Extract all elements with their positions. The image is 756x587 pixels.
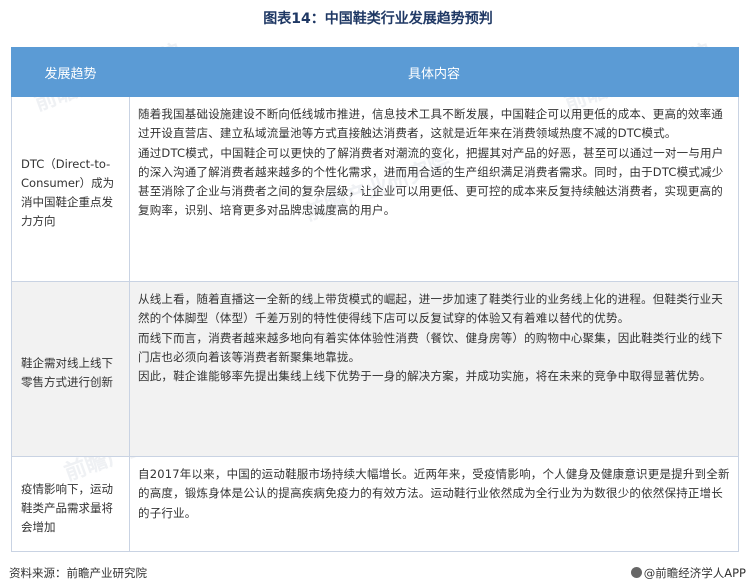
content-paragraph: 从线上看，随着直播这一全新的线上带货模式的崛起，进一步加速了鞋类行业的业务线上化… <box>138 292 723 326</box>
content-cell: 自2017年以来，中国的运动鞋服市场持续大幅增长。近两年来，受疫情影响，个人健身… <box>129 456 739 552</box>
content-cell: 从线上看，随着直播这一全新的线上带货模式的崛起，进一步加速了鞋类行业的业务线上化… <box>129 281 739 457</box>
brand-credit-text: @前瞻经济学人APP <box>643 566 746 580</box>
content-paragraph: 自2017年以来，中国的运动鞋服市场持续大幅增长。近两年来，受疫情影响，个人健身… <box>138 467 730 520</box>
trend-cell: 鞋企需对线上线下零售方式进行创新 <box>11 281 130 457</box>
trend-cell: DTC（Direct-to-Consumer）成为消中国鞋企重点发力方向 <box>11 96 130 282</box>
table-row: DTC（Direct-to-Consumer）成为消中国鞋企重点发力方向 随着我… <box>11 96 739 282</box>
source-note: 资料来源：前瞻产业研究院 <box>9 566 147 580</box>
content-paragraph: 通过DTC模式，中国鞋企可以更快的了解消费者对潮流的变化，把握其对产品的好恶，甚… <box>138 145 724 218</box>
trend-table: 发展趋势 具体内容 DTC（Direct-to-Consumer）成为消中国鞋企… <box>11 47 739 552</box>
content-cell: 随着我国基础设施建设不断向低线城市推进，信息技术工具不断发展，中国鞋企可以用更低… <box>129 96 739 282</box>
table-header-row: 发展趋势 具体内容 <box>11 47 739 97</box>
brand-credit: @前瞻经济学人APP <box>630 565 746 581</box>
content-paragraph: 而线下而言，消费者越来越多地向有着实体体验性消费（餐饮、健身房等）的购物中心聚集… <box>138 330 723 364</box>
figure-title: 图表14：中国鞋类行业发展趋势预判 <box>263 11 493 27</box>
content-paragraph: 随着我国基础设施建设不断向低线城市推进，信息技术工具不断发展，中国鞋企可以用更低… <box>138 107 723 141</box>
table-row: 鞋企需对线上线下零售方式进行创新 从线上看，随着直播这一全新的线上带货模式的崛起… <box>11 281 739 457</box>
table-row: 疫情影响下，运动鞋类产品需求量将会增加 自2017年以来，中国的运动鞋服市场持续… <box>11 456 739 552</box>
trend-cell: 疫情影响下，运动鞋类产品需求量将会增加 <box>11 456 130 552</box>
brand-logo-icon <box>630 567 642 578</box>
content-paragraph: 因此，鞋企谁能够率先提出集线上线下优势于一身的解决方案，并成功实施，将在未来的竞… <box>138 369 712 384</box>
column-header-trend: 发展趋势 <box>11 47 130 97</box>
column-header-content: 具体内容 <box>129 47 739 97</box>
